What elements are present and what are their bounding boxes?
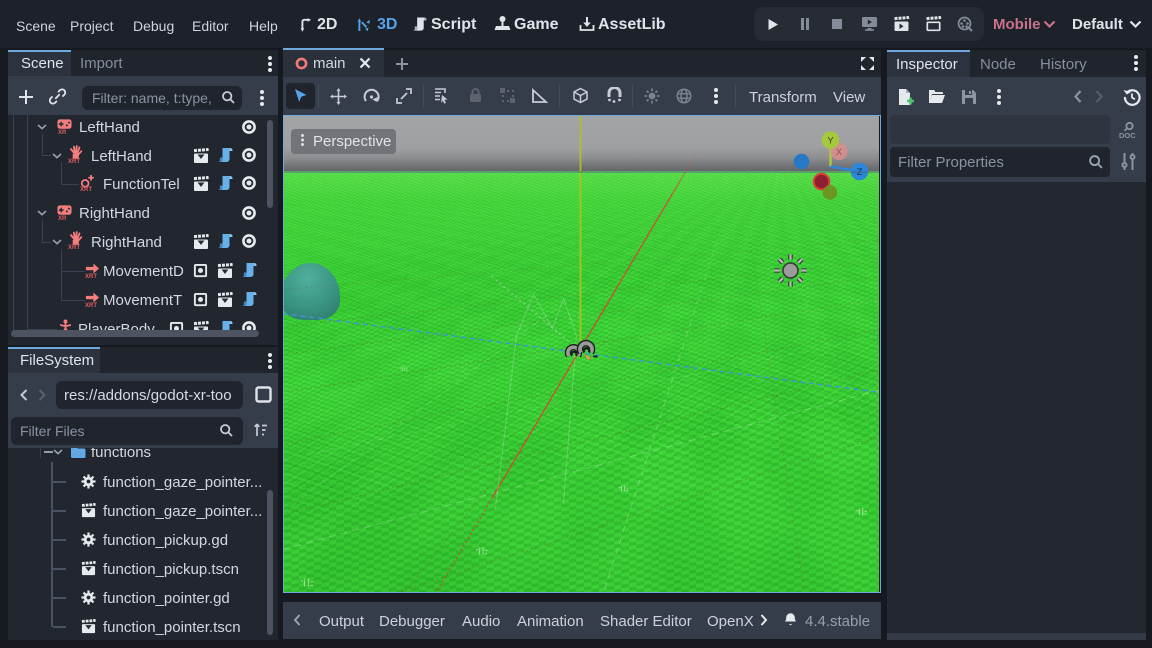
svg-text:Z: Z [857, 167, 863, 178]
svg-text:X: X [836, 147, 842, 157]
svg-text:Y: Y [827, 136, 834, 147]
svg-text:DOC: DOC [1119, 131, 1136, 140]
